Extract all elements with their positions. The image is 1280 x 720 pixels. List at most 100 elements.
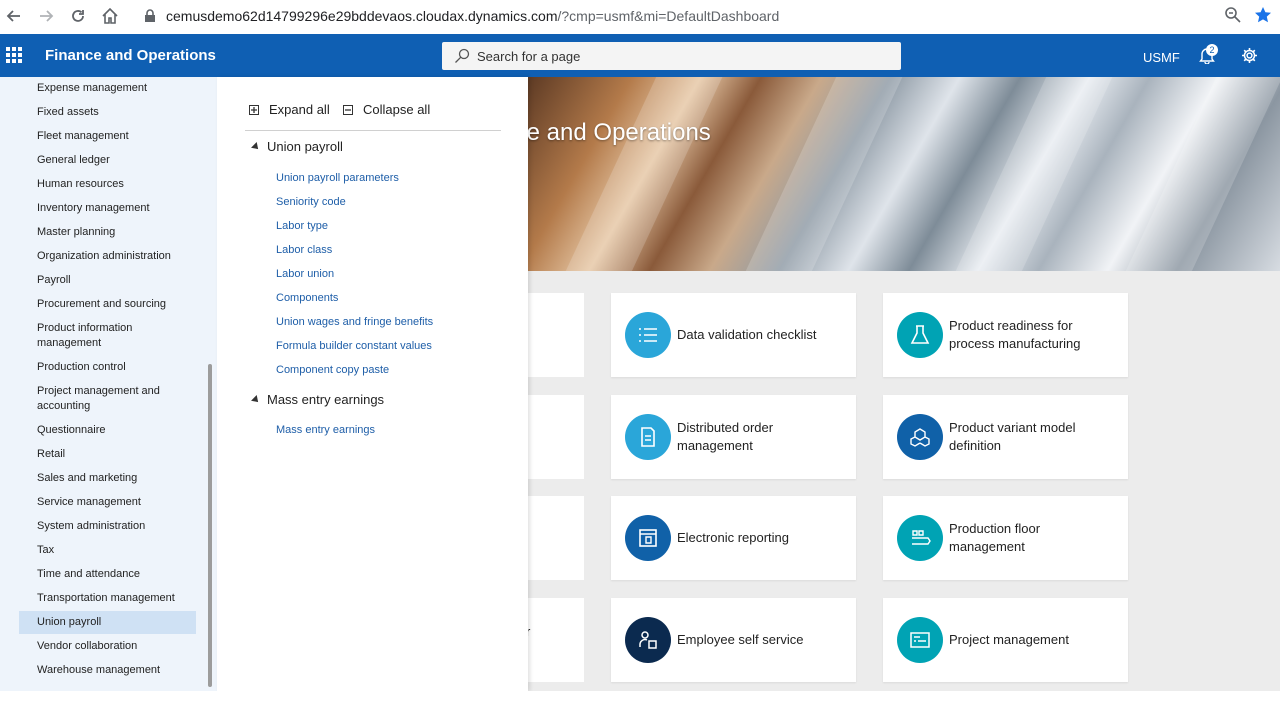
sidebar-item-human-resources[interactable]: Human resources: [19, 177, 196, 192]
app-header: Finance and Operations USMF 2: [0, 34, 1280, 77]
expand-all-label: Expand all: [269, 102, 330, 117]
sidebar-item-payroll[interactable]: Payroll: [19, 273, 196, 288]
collapse-triangle-icon[interactable]: [251, 395, 261, 405]
sidebar-item-project-management-and-accounting[interactable]: Project management and accounting: [19, 384, 196, 414]
sidebar-item-union-payroll[interactable]: Union payroll: [19, 611, 196, 634]
tile-label: Product variant model definition: [949, 420, 1076, 453]
link-formula-builder-constant-values[interactable]: Formula builder constant values: [276, 340, 432, 352]
tile-product-variant-model[interactable]: Product variant model definition: [883, 395, 1128, 479]
sidebar-item-master-planning[interactable]: Master planning: [19, 225, 196, 240]
sidebar-item-retail[interactable]: Retail: [19, 447, 196, 462]
tile-label: Project management: [949, 632, 1069, 647]
sidebar-item-sales-and-marketing[interactable]: Sales and marketing: [19, 471, 196, 486]
link-labor-class[interactable]: Labor class: [276, 244, 332, 256]
sidebar-scrollbar[interactable]: [208, 364, 212, 687]
tile-partial[interactable]: [528, 293, 584, 377]
tile-label: Employee self service: [677, 632, 804, 647]
order-document-icon: [625, 414, 671, 460]
tile-label: Product readiness for process manufactur…: [949, 318, 1081, 351]
reload-icon[interactable]: [66, 4, 90, 28]
module-navigation: Expense management Fixed assets Fleet ma…: [0, 77, 217, 691]
sidebar-item-inventory-management[interactable]: Inventory management: [19, 201, 196, 216]
collapse-icon: [343, 104, 353, 115]
cubes-icon: [897, 414, 943, 460]
zoom-icon[interactable]: [1224, 6, 1242, 29]
forward-icon[interactable]: [34, 4, 58, 28]
url-path: /?cmp=usmf&mi=DefaultDashboard: [557, 8, 780, 24]
tile-electronic-reporting[interactable]: Electronic reporting: [611, 496, 856, 580]
group-mass-entry-earnings[interactable]: Mass entry earnings: [267, 392, 384, 407]
report-icon: [625, 515, 671, 561]
link-union-payroll-parameters[interactable]: Union payroll parameters: [276, 172, 399, 184]
sidebar-item-fleet-management[interactable]: Fleet management: [19, 129, 196, 144]
sidebar-item-organization-administration[interactable]: Organization administration: [19, 249, 196, 264]
hero-banner: te and Operations: [528, 77, 1280, 271]
tile-distributed-order-management[interactable]: Distributed order management: [611, 395, 856, 479]
sidebar-item-procurement-and-sourcing[interactable]: Procurement and sourcing: [19, 297, 196, 312]
sidebar-item-fixed-assets[interactable]: Fixed assets: [19, 105, 196, 120]
link-labor-union[interactable]: Labor union: [276, 268, 334, 280]
link-components[interactable]: Components: [276, 292, 338, 304]
gear-icon[interactable]: [1241, 47, 1258, 69]
address-bar[interactable]: cemusdemo62d14799296e29bddevaos.cloudax.…: [166, 8, 779, 24]
project-board-icon: [897, 617, 943, 663]
dashboard: te and Operations r Data validation chec…: [526, 77, 1280, 691]
link-seniority-code[interactable]: Seniority code: [276, 196, 346, 208]
tile-partial[interactable]: [528, 395, 584, 479]
tile-product-readiness[interactable]: Product readiness for process manufactur…: [883, 293, 1128, 377]
sidebar-item-questionnaire[interactable]: Questionnaire: [19, 423, 196, 438]
tile-employee-self-service[interactable]: Employee self service: [611, 598, 856, 682]
collapse-triangle-icon[interactable]: [251, 142, 261, 152]
search-icon: [454, 48, 470, 69]
bottom-strip: [0, 691, 1280, 720]
lock-icon: [144, 9, 156, 28]
tile-label: Electronic reporting: [677, 530, 789, 545]
collapse-all-button[interactable]: Collapse all: [343, 102, 430, 117]
tile-label: Distributed order management: [677, 420, 774, 453]
sidebar-item-expense-management[interactable]: Expense management: [19, 81, 196, 96]
sidebar-item-warehouse-management[interactable]: Warehouse management: [19, 663, 196, 678]
tile-production-floor-management[interactable]: Production floor management: [883, 496, 1128, 580]
tile-label: Production floor management: [949, 521, 1041, 554]
home-icon[interactable]: [98, 4, 122, 28]
sidebar-item-vendor-collaboration[interactable]: Vendor collaboration: [19, 639, 196, 654]
back-icon[interactable]: [2, 4, 26, 28]
group-union-payroll[interactable]: Union payroll: [267, 139, 343, 154]
expand-all-button[interactable]: Expand all: [249, 102, 330, 117]
sidebar-item-time-and-attendance[interactable]: Time and attendance: [19, 567, 196, 582]
url-host: cemusdemo62d14799296e29bddevaos.cloudax.…: [166, 8, 558, 24]
page-search[interactable]: [442, 42, 901, 70]
sidebar-item-transportation-management[interactable]: Transportation management: [19, 591, 196, 606]
checklist-icon: [625, 312, 671, 358]
bookmark-star-icon[interactable]: [1254, 6, 1272, 29]
sidebar-item-general-ledger[interactable]: General ledger: [19, 153, 196, 168]
tile-project-management[interactable]: Project management: [883, 598, 1128, 682]
sidebar-item-tax[interactable]: Tax: [19, 543, 196, 558]
tile-partial[interactable]: r: [526, 598, 584, 682]
tile-partial[interactable]: [528, 496, 584, 580]
app-launcher-icon[interactable]: [6, 47, 22, 63]
employee-icon: [625, 617, 671, 663]
sidebar-item-production-control[interactable]: Production control: [19, 360, 196, 375]
sidebar-item-service-management[interactable]: Service management: [19, 495, 196, 510]
company-selector[interactable]: USMF: [1143, 50, 1180, 65]
hero-title: te and Operations: [528, 119, 711, 146]
sidebar-item-product-information-management[interactable]: Product information management: [19, 321, 196, 351]
tile-data-validation-checklist[interactable]: Data validation checklist: [611, 293, 856, 377]
production-line-icon: [897, 515, 943, 561]
module-flyout: Expand all Collapse all Union payroll Un…: [217, 77, 528, 691]
collapse-all-label: Collapse all: [363, 102, 431, 117]
link-union-wages-fringe-benefits[interactable]: Union wages and fringe benefits: [276, 316, 433, 328]
link-mass-entry-earnings[interactable]: Mass entry earnings: [276, 424, 375, 436]
notification-count-badge: 2: [1206, 44, 1218, 56]
search-input[interactable]: [477, 46, 877, 66]
flyout-divider: [245, 130, 501, 131]
link-component-copy-paste[interactable]: Component copy paste: [276, 364, 389, 376]
link-labor-type[interactable]: Labor type: [276, 220, 328, 232]
sidebar-item-system-administration[interactable]: System administration: [19, 519, 196, 534]
flask-icon: [897, 312, 943, 358]
tile-label: Data validation checklist: [677, 327, 817, 342]
browser-toolbar: cemusdemo62d14799296e29bddevaos.cloudax.…: [0, 0, 1280, 34]
expand-icon: [249, 104, 259, 115]
app-title[interactable]: Finance and Operations: [45, 47, 216, 64]
